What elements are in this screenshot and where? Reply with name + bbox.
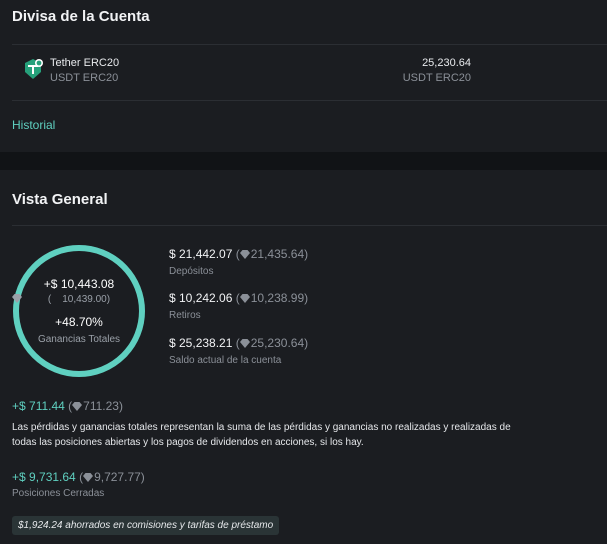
closed-pnl-value: +$ 9,731.64: [12, 470, 76, 484]
deposits-value: $ 21,442.07: [169, 247, 233, 261]
divider: [12, 225, 607, 226]
total-pnl-label: Ganancias Totales: [37, 334, 121, 345]
history-link[interactable]: Historial: [12, 118, 55, 132]
closed-positions-pnl: +$ 9,731.64 (9,727.77): [12, 470, 145, 484]
coin-amount-code: USDT ERC20: [402, 72, 471, 84]
divider: [12, 44, 607, 45]
total-pnl-percent: +48.70%: [55, 315, 103, 329]
stat-deposits: $ 21,442.07 (21,435.64) Depósitos: [169, 247, 308, 277]
section-gap: [0, 152, 607, 170]
balance-label: Saldo actual de la cuenta: [169, 355, 282, 366]
savings-badge: $1,924.24 ahorrados en comisiones y tari…: [12, 516, 280, 535]
balance-gem-value: (25,230.64): [235, 336, 309, 350]
unrealized-pnl: +$ 711.44 (711.23): [12, 399, 123, 413]
divider: [12, 100, 607, 101]
overview-panel: Vista General +$ 10,443.08 (10,439.00) +…: [0, 170, 607, 544]
gem-icon: [12, 294, 61, 303]
coin-amount: 25,230.64: [422, 57, 471, 69]
unrealized-pnl-value: +$ 711.44: [12, 399, 65, 413]
unrealized-pnl-gem-value: (711.23): [68, 399, 123, 413]
closed-positions-label: Posiciones Cerradas: [12, 488, 105, 499]
coin-name: Tether ERC20: [50, 57, 120, 69]
gem-icon: [239, 248, 250, 259]
currency-row[interactable]: Tether ERC20 USDT ERC20 25,230.64 USDT E…: [12, 50, 607, 92]
pnl-description: Las pérdidas y ganancias totales represe…: [12, 422, 511, 448]
gem-icon: [72, 400, 83, 411]
ring-chart: [13, 245, 145, 377]
closed-pnl-gem-value: (9,727.77): [79, 470, 145, 484]
deposits-gem-value: (21,435.64): [235, 247, 309, 261]
coin-code: USDT ERC20: [50, 72, 119, 84]
overview-title: Vista General: [12, 191, 108, 208]
stat-withdrawals: $ 10,242.06 (10,238.99) Retiros: [169, 291, 308, 321]
gem-icon: [239, 337, 250, 348]
balance-value: $ 25,238.21: [169, 336, 233, 350]
account-currency-panel: Divisa de la Cuenta Tether ERC20 USDT ER…: [0, 0, 607, 152]
withdrawals-value: $ 10,242.06: [169, 291, 233, 305]
ring-progress-arc: [13, 245, 145, 377]
account-currency-title: Divisa de la Cuenta: [12, 8, 150, 25]
withdrawals-label: Retiros: [169, 310, 201, 321]
total-pnl-gem-value: (10,439.00): [12, 294, 146, 305]
total-pnl-value: +$ 10,443.08: [43, 277, 115, 291]
gem-icon: [239, 292, 250, 303]
gem-icon: [83, 471, 94, 482]
stat-balance: $ 25,238.21 (25,230.64) Saldo actual de …: [169, 336, 308, 366]
tether-icon: [22, 58, 44, 80]
total-pnl-ring: +$ 10,443.08 (10,439.00) +48.70% Gananci…: [12, 244, 146, 378]
deposits-label: Depósitos: [169, 266, 214, 277]
withdrawals-gem-value: (10,238.99): [235, 291, 309, 305]
